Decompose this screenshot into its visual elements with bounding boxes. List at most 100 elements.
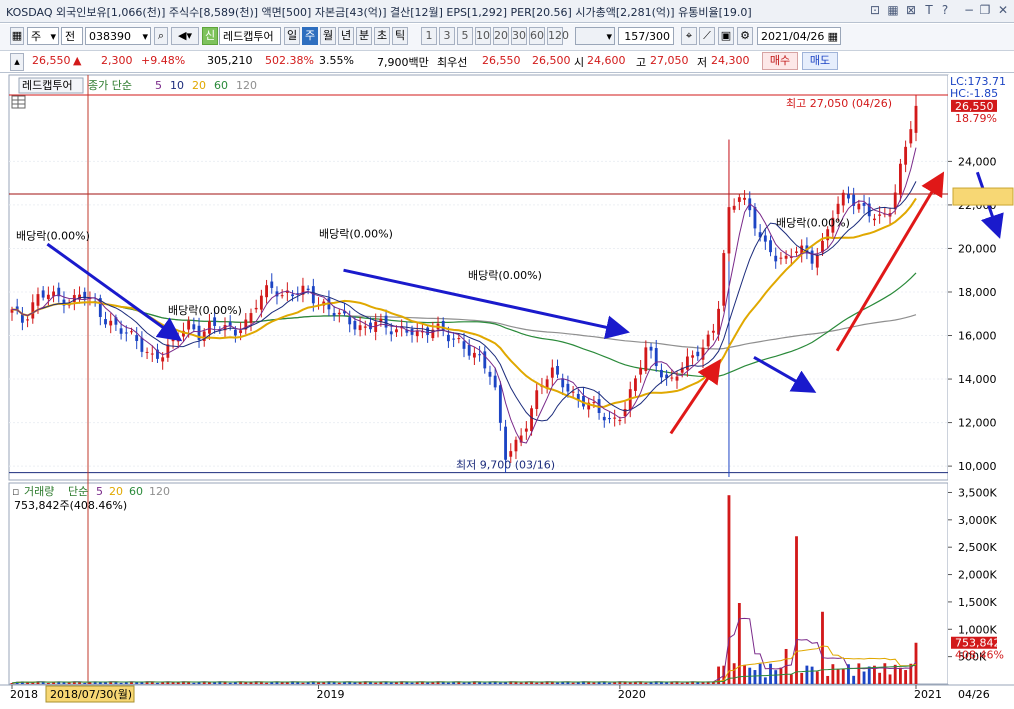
period-button-3[interactable]: 년	[338, 27, 354, 45]
bid-price: 26,500	[532, 54, 571, 67]
volume-readout: 753,842주(408.46%)	[14, 499, 127, 512]
period-button-4[interactable]: 분	[356, 27, 372, 45]
volume-bar	[135, 682, 139, 684]
candle-body	[457, 338, 461, 340]
help-icon[interactable]: ?	[938, 3, 952, 17]
candle-body	[893, 192, 897, 210]
buy-button[interactable]: 매수	[762, 52, 798, 70]
stock-code-input[interactable]: 038390 ▾	[85, 27, 151, 45]
cursor-date: 2018/07/30(월)	[50, 688, 132, 701]
candle-body	[109, 320, 113, 326]
candle-body	[691, 355, 695, 358]
candle-body	[779, 257, 783, 259]
table-icon[interactable]: ▦	[886, 3, 900, 17]
candle-body	[561, 378, 565, 388]
count-button-2[interactable]: 5	[457, 27, 473, 45]
price-change: 2,300	[101, 54, 133, 67]
period-button-0[interactable]: 일	[284, 27, 300, 45]
stock-name-display: 레드캡투어	[219, 27, 281, 45]
period-button-6[interactable]: 틱	[392, 27, 408, 45]
volume-toggle-icon[interactable]: ◀▾	[171, 27, 199, 45]
grid-toggle-icon[interactable]: ▦	[10, 27, 24, 45]
count-button-3[interactable]: 10	[475, 27, 491, 45]
range-input[interactable]: 157/300	[618, 27, 674, 45]
candle-body	[254, 307, 258, 310]
candle-body	[914, 105, 918, 133]
price-tick-7: 24,000	[958, 155, 997, 168]
zoom-tool-icon[interactable]: ⌖	[681, 27, 697, 45]
minimize-icon[interactable]: −	[962, 3, 976, 17]
chart-area[interactable]: 10,00012,00014,00016,00018,00020,00022,0…	[0, 72, 1014, 706]
candle-body	[446, 334, 450, 342]
draw-tool-icon[interactable]: ⟋	[699, 27, 715, 45]
text-icon[interactable]: T	[922, 3, 936, 17]
volume-bar	[826, 675, 830, 684]
candle-body	[644, 347, 648, 372]
volume-bar	[446, 682, 450, 684]
volume-bar	[244, 682, 248, 684]
volume-bar	[841, 668, 845, 684]
volume-bar	[867, 666, 871, 684]
volume-bar	[795, 536, 798, 684]
candle-body	[171, 337, 175, 342]
save-icon[interactable]: ▣	[718, 27, 734, 45]
date-input[interactable]: 2021/04/26 ▦	[757, 27, 841, 45]
candle-body	[187, 320, 191, 330]
candle-body	[233, 329, 237, 336]
candle-body	[857, 203, 861, 210]
search-icon[interactable]: ⌕	[154, 27, 168, 45]
close-box-icon[interactable]: ⊠	[904, 3, 918, 17]
chart-kind-select[interactable]: 주 ▾	[27, 27, 59, 45]
price-volume-chart[interactable]: 10,00012,00014,00016,00018,00020,00022,0…	[0, 73, 1014, 706]
volume-bar	[758, 663, 762, 684]
count-button-5[interactable]: 30	[511, 27, 527, 45]
chart-kind-value: 주	[31, 30, 42, 43]
range-dropdown[interactable]: ▾	[575, 27, 615, 45]
candle-body	[498, 385, 502, 423]
count-button-7[interactable]: 120	[547, 27, 569, 45]
candle-body	[763, 235, 767, 242]
chevron-down-icon: ▾	[142, 30, 148, 43]
volume-bar	[888, 674, 892, 684]
stock-code-value: 038390	[89, 30, 131, 43]
candle-body	[332, 313, 336, 316]
volume-bar	[156, 682, 159, 684]
volume-ratio: 502.38%	[265, 54, 314, 67]
settings-icon[interactable]: ⚙	[737, 27, 753, 45]
dividend-label-4: 배당락(0.00%)	[776, 217, 850, 230]
volume-bar	[727, 495, 731, 684]
up-arrow-icon: ▲	[73, 54, 82, 67]
period-button-2[interactable]: 월	[320, 27, 336, 45]
count-button-6[interactable]: 60	[529, 27, 545, 45]
collapse-icon[interactable]: ▴	[10, 53, 24, 71]
candle-body	[737, 197, 741, 202]
close-icon[interactable]: ✕	[996, 3, 1010, 17]
dividend-label-0: 배당락(0.00%)	[16, 230, 90, 243]
last-date: 04/26	[958, 688, 990, 701]
volume-tick-6: 3,500K	[958, 486, 997, 499]
count-button-0[interactable]: 1	[421, 27, 437, 45]
volume-bar	[644, 682, 648, 684]
market-select[interactable]: 전	[61, 27, 83, 45]
period-button-1[interactable]: 주	[302, 27, 318, 45]
sell-button[interactable]: 매도	[802, 52, 838, 70]
candle-body	[649, 346, 653, 351]
candle-body	[384, 315, 388, 328]
candle-body	[862, 202, 866, 206]
candle-body	[488, 371, 492, 377]
candle-body	[145, 351, 149, 353]
volume-bar	[592, 682, 596, 684]
layout-icon[interactable]: ⊡	[868, 3, 882, 17]
window-icon[interactable]: ❐	[978, 3, 992, 17]
legend-close-ma: 종가 단순	[88, 79, 132, 92]
collapse-icon[interactable]: ▫	[12, 485, 19, 498]
volume-tag-pct: 408.46%	[955, 649, 1004, 662]
volume-bar	[737, 603, 741, 684]
candle-body	[348, 317, 352, 325]
count-button-1[interactable]: 3	[439, 27, 455, 45]
period-button-5[interactable]: 초	[374, 27, 390, 45]
calendar-icon[interactable]: ▦	[828, 28, 838, 44]
volume-bar	[857, 663, 861, 684]
candle-body	[104, 319, 107, 325]
count-button-4[interactable]: 20	[493, 27, 509, 45]
